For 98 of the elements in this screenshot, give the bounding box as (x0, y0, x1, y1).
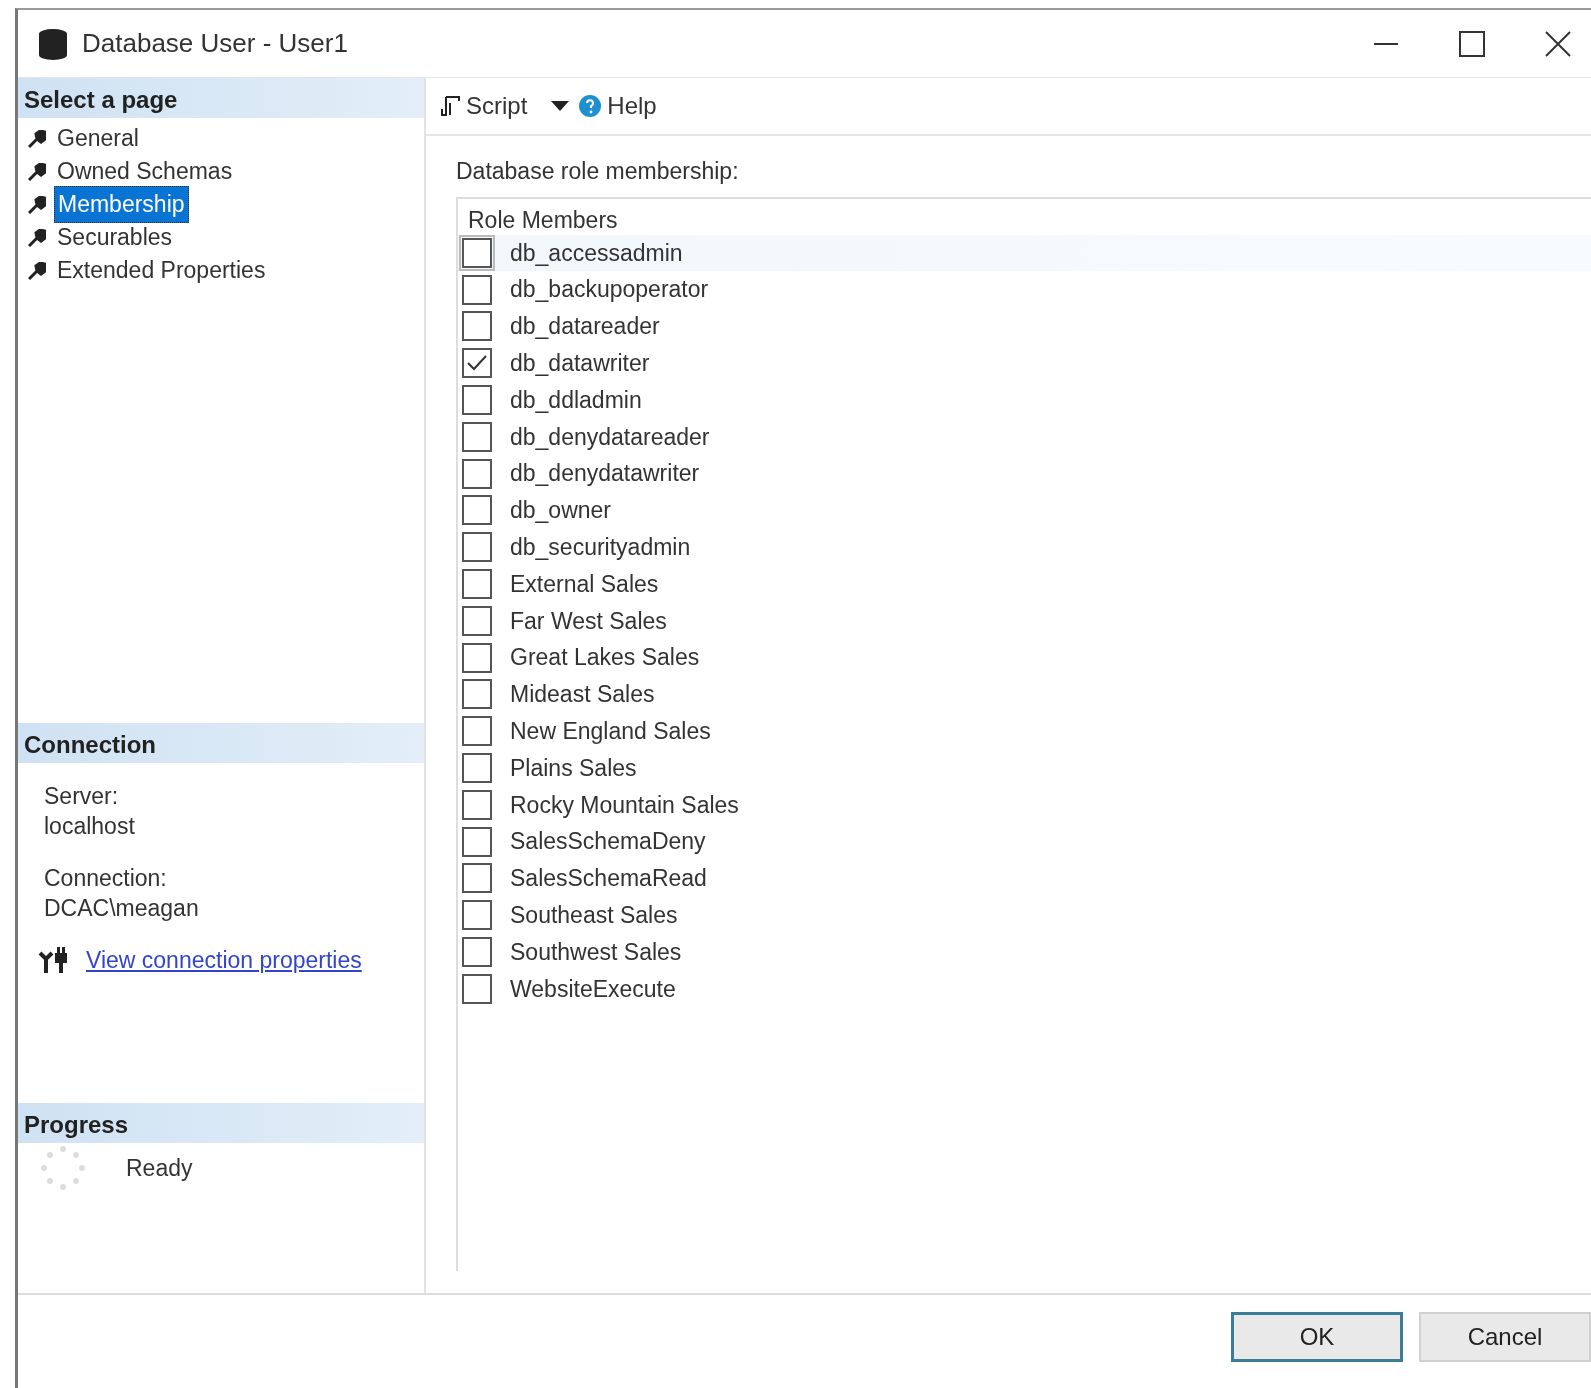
checkbox[interactable] (462, 458, 492, 489)
role-name: db_denydatawriter (510, 459, 700, 489)
role-row[interactable]: SalesSchemaRead (458, 860, 1591, 897)
role-row[interactable]: SalesSchemaDeny (458, 823, 1591, 861)
role-name: Great Lakes Sales (510, 643, 700, 673)
section-header: Progress (18, 1103, 424, 1143)
role-row[interactable]: db_ddladmin (458, 381, 1591, 419)
connection-label: Connection: (44, 864, 168, 893)
role-row[interactable]: db_datareader (458, 308, 1591, 345)
role-row[interactable]: Plains Sales (458, 749, 1591, 787)
role-name: db_securityadmin (510, 533, 691, 562)
page-item[interactable]: Owned Schemas (54, 154, 236, 189)
role-row[interactable]: Great Lakes Sales (458, 639, 1591, 677)
checkbox[interactable] (462, 789, 492, 820)
checkbox[interactable] (462, 900, 492, 931)
script-icon (440, 95, 460, 117)
dialog-button[interactable]: Cancel (1419, 1311, 1591, 1362)
role-row[interactable]: WebsiteExecute (458, 970, 1591, 1008)
help-button[interactable]: Help (579, 88, 657, 124)
section-header: Connection (18, 723, 424, 763)
spinner-icon (40, 1145, 86, 1191)
view-connection-properties-link[interactable]: View connection properties (86, 945, 362, 975)
role-name: db_backupoperator (510, 275, 709, 305)
connection-value: DCAC\meagan (44, 894, 200, 923)
checkbox[interactable] (462, 421, 492, 452)
plug-icon (38, 945, 70, 975)
page-item[interactable]: Securables (54, 220, 176, 255)
role-name: db_denydatareader (510, 422, 710, 452)
close-icon[interactable] (1545, 30, 1571, 57)
role-name: New England Sales (510, 717, 711, 746)
role-row[interactable]: db_securityadmin (458, 528, 1591, 566)
role-name: db_datareader (510, 312, 660, 342)
checkmark-icon (466, 354, 488, 373)
role-row[interactable]: db_denydatareader (458, 418, 1591, 456)
server-value: localhost (44, 812, 136, 841)
role-row[interactable]: db_datawriter (458, 344, 1591, 382)
checkbox[interactable] (462, 385, 492, 416)
page-item[interactable]: Extended Properties (54, 253, 269, 288)
role-name: db_ddladmin (510, 385, 642, 415)
role-name: Southwest Sales (510, 937, 682, 967)
role-name: WebsiteExecute (510, 974, 676, 1004)
checkbox[interactable] (462, 826, 492, 857)
role-name: db_owner (510, 496, 612, 526)
role-row[interactable]: Mideast Sales (458, 676, 1591, 713)
checkbox[interactable] (462, 679, 492, 710)
checkbox[interactable] (462, 605, 492, 636)
checkbox[interactable] (462, 569, 492, 600)
script-button[interactable]: Script (440, 88, 528, 124)
page-item[interactable]: Membership (54, 186, 189, 223)
role-row[interactable]: db_owner (458, 492, 1591, 529)
role-name: Southeast Sales (510, 901, 678, 930)
section-label: Database role membership: (456, 157, 740, 186)
role-row[interactable]: db_denydatawriter (458, 455, 1591, 493)
role-row[interactable]: Southeast Sales (458, 896, 1591, 934)
role-name: SalesSchemaDeny (510, 827, 706, 857)
wrench-icon (28, 129, 46, 148)
role-name: db_accessadmin (510, 238, 683, 268)
checkbox[interactable] (462, 642, 492, 673)
role-row[interactable]: Far West Sales (458, 602, 1591, 640)
role-row[interactable]: Southwest Sales (458, 933, 1591, 971)
role-name: Mideast Sales (510, 680, 655, 710)
role-name: Plains Sales (510, 753, 637, 783)
maximize-icon[interactable] (1459, 30, 1485, 57)
role-row[interactable]: New England Sales (458, 712, 1591, 750)
role-name: db_datawriter (510, 349, 650, 379)
role-row[interactable]: Rocky Mountain Sales (458, 786, 1591, 824)
checkbox[interactable] (462, 937, 492, 968)
role-name: Rocky Mountain Sales (510, 790, 739, 820)
checkbox[interactable] (462, 716, 492, 747)
checkbox[interactable] (462, 753, 492, 784)
section-header: Select a page (18, 78, 424, 118)
role-name: SalesSchemaRead (510, 864, 707, 894)
role-name: External Sales (510, 569, 659, 599)
wrench-icon (28, 195, 46, 214)
wrench-icon (28, 162, 46, 181)
caret-icon[interactable] (551, 101, 570, 111)
role-row[interactable]: External Sales (458, 565, 1591, 603)
checkbox[interactable] (462, 237, 492, 268)
server-label: Server: (44, 782, 120, 811)
role-name: Far West Sales (510, 606, 667, 636)
window-title: Database User - User1 (82, 27, 348, 60)
help-icon (579, 95, 602, 117)
database-icon (38, 27, 68, 60)
checkbox[interactable] (462, 274, 492, 305)
wrench-icon (28, 261, 46, 280)
column-header: Role Members (467, 205, 619, 235)
checkbox[interactable] (462, 863, 492, 894)
checkbox[interactable] (462, 311, 492, 342)
checkbox[interactable] (462, 532, 492, 563)
role-row[interactable]: db_backupoperator (458, 271, 1591, 309)
checkbox[interactable] (462, 973, 492, 1004)
page-item[interactable]: General (54, 121, 142, 156)
checkbox[interactable] (462, 348, 492, 379)
wrench-icon (28, 228, 46, 247)
progress-status: Ready (126, 1153, 193, 1183)
dialog-button[interactable]: OK (1231, 1311, 1403, 1362)
checkbox[interactable] (462, 495, 492, 526)
role-row[interactable]: db_accessadmin (458, 234, 1591, 272)
